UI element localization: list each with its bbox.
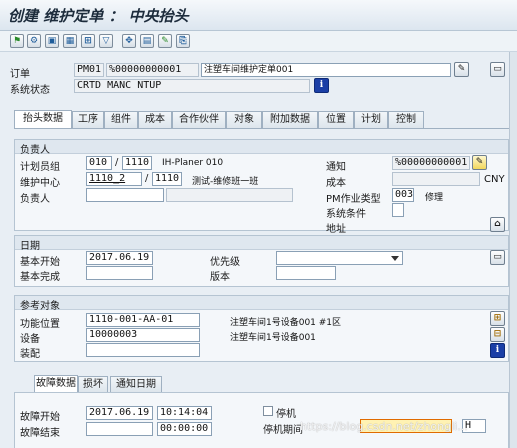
basic-start-field[interactable]: 2017.06.19	[86, 251, 153, 265]
clipboard-icon[interactable]: ⎘	[176, 34, 190, 48]
cost-field	[392, 172, 480, 186]
basic-finish-field[interactable]	[86, 266, 153, 280]
separator-slash: /	[115, 157, 119, 168]
system-status-field: CRTD MANC NTUP	[74, 79, 310, 93]
breakdown-duration-label: 停机期间	[263, 425, 303, 436]
malfunction-start-time-field[interactable]: 10:14:04	[157, 406, 212, 420]
cost-label: 成本	[326, 178, 346, 189]
dates-header: 日期	[15, 236, 508, 252]
malfunction-end-date-field[interactable]	[86, 422, 153, 436]
person-responsible-text-field	[166, 188, 293, 202]
planner-group-field[interactable]: 010	[86, 156, 112, 170]
tab-additional-data[interactable]: 附加数据	[262, 111, 318, 128]
functional-location-label: 功能位置	[20, 319, 60, 330]
pencil-icon[interactable]: ✎	[472, 155, 487, 170]
order-type-field[interactable]: PM01	[74, 63, 104, 77]
chevron-down-icon	[391, 256, 399, 261]
structure-list-icon[interactable]: ⊞	[490, 311, 505, 326]
separator-slash-2: /	[145, 173, 149, 184]
functional-location-text: 注塑车间1号设备001 #1区	[230, 318, 342, 328]
currency-text: CNY	[484, 174, 505, 185]
activity-type-field[interactable]: 003	[392, 188, 414, 202]
address-button[interactable]: ⌂	[490, 217, 505, 232]
functional-location-field[interactable]: 1110-001-AA-01	[86, 313, 200, 327]
work-center-label: 维护中心	[20, 178, 60, 189]
settings-icon[interactable]: ⚙	[27, 34, 41, 48]
work-center-text: 测试-维修班一班	[192, 177, 259, 187]
work-center-plant-field[interactable]: 1110	[152, 172, 182, 186]
planning-plant-field[interactable]: 1110	[122, 156, 152, 170]
address-label: 地址	[326, 224, 346, 235]
revision-field[interactable]	[276, 266, 336, 280]
tab-strip-line	[14, 128, 509, 129]
equipment-text: 注塑车间1号设备001	[230, 333, 316, 343]
basic-finish-label: 基本完成	[20, 272, 60, 283]
tab-objects[interactable]: 对象	[226, 111, 262, 128]
revision-label: 版本	[210, 272, 230, 283]
tab-partners[interactable]: 合作伙伴	[172, 111, 226, 128]
order-description-field[interactable]: 注塑车间维护定单001	[201, 63, 451, 77]
system-condition-label: 系统条件	[326, 209, 366, 220]
breakdown-checkbox[interactable]	[263, 406, 273, 416]
tab-control[interactable]: 控制	[388, 111, 424, 128]
reference-object-header: 参考对象	[15, 296, 508, 312]
activity-type-label: PM作业类型	[326, 194, 381, 205]
schedule-display-icon[interactable]: ▭	[490, 250, 505, 265]
tab-malfunction-data[interactable]: 故障数据	[34, 375, 78, 392]
tab-notification-dates[interactable]: 通知日期	[110, 376, 162, 392]
hierarchy-icon[interactable]: ⊟	[490, 327, 505, 342]
order-label: 订单	[10, 69, 30, 80]
work-center-field[interactable]: 1110_2	[86, 172, 142, 186]
system-condition-field[interactable]	[392, 203, 404, 217]
notification-label: 通知	[326, 162, 346, 173]
print-icon[interactable]: ▣	[45, 34, 59, 48]
responsible-header: 负责人	[15, 140, 508, 156]
basic-start-label: 基本开始	[20, 257, 60, 268]
malfunction-end-time-field[interactable]: 00:00:00	[157, 422, 212, 436]
assembly-label: 装配	[20, 349, 40, 360]
malfunction-end-label: 故障结束	[20, 428, 60, 439]
calculator-icon[interactable]: ▦	[63, 34, 77, 48]
tab-location[interactable]: 位置	[318, 111, 354, 128]
vertical-scrollbar[interactable]	[509, 52, 517, 448]
flag-icon[interactable]: ⚑	[10, 34, 24, 48]
priority-label: 优先级	[210, 257, 240, 268]
tab-operations[interactable]: 工序	[72, 111, 104, 128]
tab-planning[interactable]: 计划	[354, 111, 388, 128]
tab-damage[interactable]: 损坏	[78, 376, 108, 392]
title-bar: 创建 维护定单 ： 中央抬头	[0, 0, 517, 31]
filter-icon[interactable]: ▽	[99, 34, 113, 48]
status-info-button[interactable]: i	[314, 78, 329, 93]
watermark: https://blog.csdn.net/zhongli...	[300, 420, 468, 433]
planner-group-label: 计划员组	[20, 162, 60, 173]
order-number-field[interactable]: %00000000001	[106, 63, 199, 77]
priority-dropdown[interactable]	[276, 251, 403, 265]
tab-components[interactable]: 组件	[104, 111, 138, 128]
malfunction-start-label: 故障开始	[20, 412, 60, 423]
planner-group-text: IH-Planer 010	[162, 158, 224, 168]
breakdown-label: 停机	[276, 409, 296, 420]
malfunction-start-date-field[interactable]: 2017.06.19	[86, 406, 153, 420]
equipment-field[interactable]: 10000003	[86, 328, 200, 342]
document-icon[interactable]: ▤	[140, 34, 154, 48]
assembly-field[interactable]	[86, 343, 200, 357]
person-responsible-field[interactable]	[86, 188, 164, 202]
notification-field[interactable]: %00000000001	[392, 156, 470, 170]
person-responsible-label: 负责人	[20, 194, 50, 205]
equipment-label: 设备	[20, 334, 40, 345]
application-toolbar	[0, 31, 517, 52]
activity-type-text: 修理	[425, 193, 444, 203]
system-status-label: 系统状态	[10, 85, 50, 96]
edit-icon[interactable]: ✎	[158, 34, 172, 48]
display-icon[interactable]: ▭	[490, 62, 505, 77]
move-icon[interactable]: ✥	[122, 34, 136, 48]
tab-costs[interactable]: 成本	[138, 111, 172, 128]
tab-header-data[interactable]: 抬头数据	[14, 110, 72, 129]
structure-icon[interactable]: ⊞	[81, 34, 95, 48]
page-title: 创建 维护定单 ： 中央抬头	[8, 7, 189, 25]
long-text-edit-icon[interactable]: ✎	[454, 62, 469, 77]
reference-info-button[interactable]: i	[490, 343, 505, 358]
